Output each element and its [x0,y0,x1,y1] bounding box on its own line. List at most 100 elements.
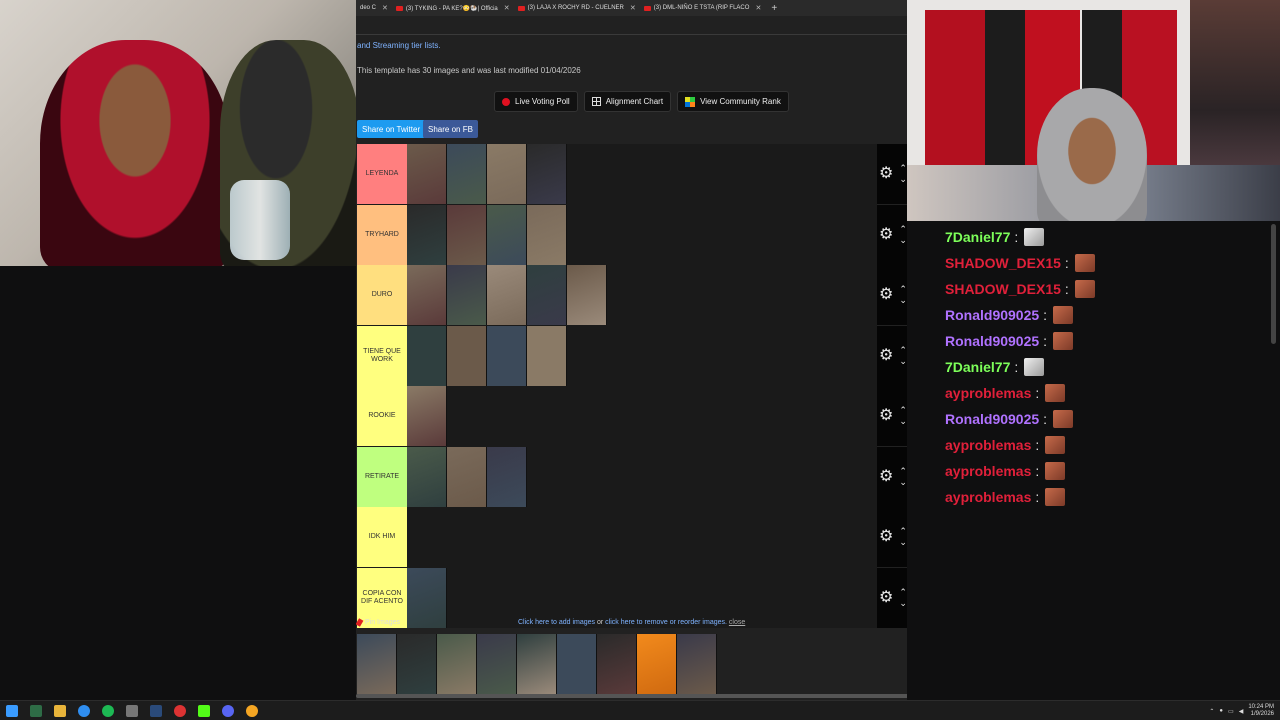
pin-images[interactable]: Pin Images [356,618,400,627]
pool-image[interactable] [597,634,637,694]
chevron-up-icon[interactable]: ⌃ [899,587,907,598]
pool-image[interactable] [477,634,517,694]
tier-image[interactable] [527,204,567,265]
volume-icon[interactable]: ◀ [1239,708,1244,715]
chevron-down-icon[interactable]: ⌄ [899,174,907,185]
chevron-up-icon[interactable]: ⌃ [899,466,907,477]
tier-label[interactable]: ROOKIE [357,386,407,446]
tier-image[interactable] [447,265,487,325]
gear-icon[interactable]: ⚙ [879,468,893,485]
mic-icon[interactable]: ● [1219,708,1223,714]
close-icon[interactable]: ✕ [504,4,510,12]
tier-image[interactable] [487,204,527,265]
chat-username[interactable]: 7Daniel77 [945,229,1010,245]
chevron-down-icon[interactable]: ⌄ [899,295,907,306]
gear-icon[interactable]: ⚙ [879,589,893,606]
tier-image[interactable] [527,144,567,204]
alignment-chart-button[interactable]: Alignment Chart [583,91,672,112]
new-tab-button[interactable]: + [771,3,777,14]
chevron-up-icon[interactable]: ⌃ [899,345,907,356]
steam-icon[interactable] [150,704,162,717]
tier-image[interactable] [567,265,607,325]
tier-image[interactable] [447,446,487,507]
share-twitter-button[interactable]: Share on Twitter [357,120,426,138]
chat-username[interactable]: ayproblemas [945,489,1031,505]
tier-image[interactable] [447,325,487,386]
network-icon[interactable]: ▭ [1228,708,1234,715]
tier-image[interactable] [407,446,447,507]
chevron-up-icon[interactable]: ⌃ [899,284,907,295]
pool-image[interactable] [557,634,597,694]
pool-image[interactable] [357,634,397,694]
folder-icon[interactable] [54,704,66,717]
chat-username[interactable]: 7Daniel77 [945,359,1010,375]
chat-username[interactable]: SHADOW_DEX15 [945,255,1061,271]
community-rank-button[interactable]: View Community Rank [677,91,789,112]
kick-icon[interactable] [198,704,210,717]
chat-username[interactable]: Ronald909025 [945,333,1039,349]
tier-image[interactable] [487,325,527,386]
tier-image[interactable] [407,386,447,446]
chat-username[interactable]: ayproblemas [945,385,1031,401]
chat-scrollbar[interactable] [1271,224,1276,344]
pool-image[interactable] [437,634,477,694]
share-fb-button[interactable]: Share on FB [423,120,478,138]
horizontal-scrollbar[interactable] [356,694,907,698]
tray-chevron-icon[interactable]: ⌃ [1209,708,1214,715]
browser-icon[interactable] [246,704,258,717]
chevron-down-icon[interactable]: ⌄ [899,477,907,488]
close-icon[interactable]: ✕ [382,4,388,12]
chevron-down-icon[interactable]: ⌄ [899,537,907,548]
chevron-down-icon[interactable]: ⌄ [899,356,907,367]
add-images-link[interactable]: Click here to add images [518,619,595,626]
streaming-link[interactable]: and Streaming tier lists. [357,41,441,50]
chevron-up-icon[interactable]: ⌃ [899,405,907,416]
chat-username[interactable]: Ronald909025 [945,307,1039,323]
tier-label[interactable]: TRYHARD [357,204,407,265]
tab-2[interactable]: (3) LAJA X ROCHY RD - CUELNER ✕ [514,0,640,16]
tier-image[interactable] [487,446,527,507]
pool-image[interactable] [637,634,677,694]
close-icon[interactable]: ✕ [755,4,761,12]
close-link[interactable]: close [729,619,745,626]
clock[interactable]: 10:24 PM 1/9/2026 [1248,704,1274,718]
live-voting-poll-button[interactable]: Live Voting Poll [494,91,578,112]
pen-icon[interactable] [126,704,138,717]
chrome-icon[interactable] [78,704,90,717]
tier-image[interactable] [407,325,447,386]
tier-label[interactable]: IDK HIM [357,507,407,567]
chevron-up-icon[interactable]: ⌃ [899,224,907,235]
gear-icon[interactable]: ⚙ [879,408,893,424]
pool-image[interactable] [397,634,437,694]
tier-image[interactable] [407,265,447,325]
tier-image[interactable] [407,144,447,204]
chevron-down-icon[interactable]: ⌄ [899,416,907,427]
pool-image[interactable] [517,634,557,694]
chevron-down-icon[interactable]: ⌄ [899,598,907,609]
remove-images-link[interactable]: click here to remove or reorder images. [605,619,727,626]
chevron-up-icon[interactable]: ⌃ [899,526,907,537]
start-icon[interactable] [6,704,18,717]
chevron-up-icon[interactable]: ⌃ [899,163,907,174]
chat-username[interactable]: Ronald909025 [945,411,1039,427]
spotify-icon[interactable] [102,704,114,717]
tier-image[interactable] [447,204,487,265]
pool-image[interactable] [677,634,717,694]
tier-label[interactable]: TIENE QUE WORK [357,325,407,386]
chat-username[interactable]: SHADOW_DEX15 [945,281,1061,297]
tier-image[interactable] [447,144,487,204]
tier-label[interactable]: RETIRATE [357,446,407,507]
gear-icon[interactable]: ⚙ [879,166,893,182]
gear-icon[interactable]: ⚙ [879,287,893,303]
chevron-down-icon[interactable]: ⌄ [899,235,907,246]
tab-1[interactable]: (3) TYKING - PA KE?😳🐏| Officia ✕ [392,0,514,16]
tier-image[interactable] [487,144,527,204]
gear-icon[interactable]: ⚙ [879,347,893,364]
tier-label[interactable]: LEYENDA [357,144,407,204]
gear-icon[interactable]: ⚙ [879,226,893,243]
tab-0[interactable]: deo C ✕ [356,0,392,16]
gear-icon[interactable]: ⚙ [879,529,893,545]
tier-image[interactable] [527,325,567,386]
tier-image[interactable] [407,204,447,265]
tier-image[interactable] [527,265,567,325]
